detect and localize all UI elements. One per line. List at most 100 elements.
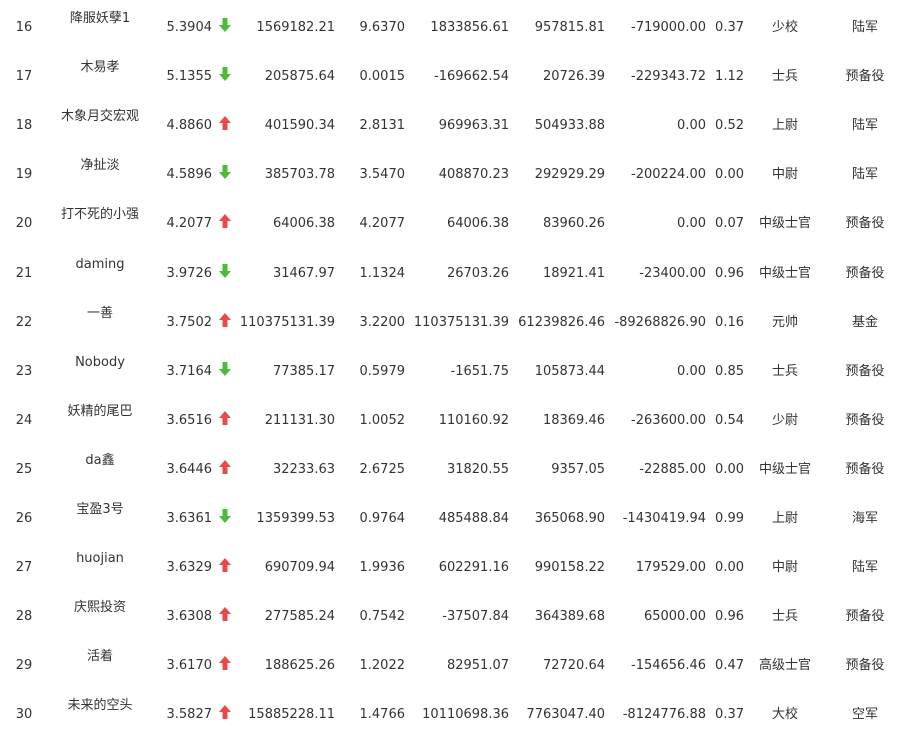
value-cell-3: -169662.54 bbox=[434, 69, 509, 85]
trader-name[interactable]: 活着 bbox=[50, 649, 150, 665]
value-cell-6: 0.37 bbox=[715, 20, 744, 35]
military-rank-cell: 中级士官 bbox=[758, 461, 811, 477]
arrow-up-icon bbox=[219, 312, 233, 329]
value-cell-6: 0.16 bbox=[715, 314, 744, 330]
value-cell-5: -200224.00 bbox=[631, 167, 706, 183]
value-cell-5: -8124776.88 bbox=[622, 707, 706, 723]
value-cell-5: -719000.00 bbox=[631, 20, 706, 35]
rank-cell: 26 bbox=[15, 511, 33, 526]
value-cell-6: 0.00 bbox=[715, 167, 744, 183]
arrow-up-icon bbox=[219, 705, 233, 721]
arrow-down-icon bbox=[219, 509, 233, 525]
military-rank-cell: 中级士官 bbox=[758, 265, 811, 281]
trader-name[interactable]: 妖精的尾巴 bbox=[50, 404, 150, 420]
value-cell-1: 211131.30 bbox=[264, 412, 335, 428]
value-cell-4: 504933.88 bbox=[534, 118, 605, 134]
trader-name[interactable]: 净扯淡 bbox=[50, 158, 150, 174]
arrow-down-icon bbox=[219, 165, 233, 181]
branch-cell: 预备役 bbox=[845, 461, 885, 477]
score-cell: 3.6329 bbox=[166, 560, 213, 576]
value-cell-3: 485488.84 bbox=[438, 511, 509, 526]
trader-name[interactable]: 降服妖孽1 bbox=[50, 11, 150, 27]
trader-name[interactable]: 未来的空头 bbox=[50, 698, 150, 714]
value-cell-6: 0.47 bbox=[715, 658, 744, 674]
value-cell-4: 18921.41 bbox=[542, 265, 605, 281]
trader-name[interactable]: Nobody bbox=[50, 355, 150, 371]
value-cell-5: -89268826.90 bbox=[614, 314, 706, 330]
value-cell-3: 408870.23 bbox=[438, 167, 509, 183]
value-cell-5: -22885.00 bbox=[639, 461, 706, 477]
value-cell-4: 83960.26 bbox=[542, 216, 605, 232]
trader-name[interactable]: 一善 bbox=[50, 306, 150, 322]
military-rank-cell: 大校 bbox=[771, 707, 798, 723]
arrow-up-icon bbox=[219, 410, 233, 427]
trader-name[interactable]: 木易孝 bbox=[50, 60, 150, 76]
value-cell-4: 72720.64 bbox=[542, 658, 605, 674]
arrow-up-icon bbox=[219, 607, 233, 623]
branch-cell: 预备役 bbox=[845, 363, 885, 379]
value-cell-4: 9357.05 bbox=[551, 461, 605, 477]
rank-cell: 30 bbox=[15, 707, 33, 723]
value-cell-5: 0.00 bbox=[677, 216, 706, 232]
value-cell-1: 205875.64 bbox=[264, 69, 335, 85]
score-cell: 3.5827 bbox=[166, 707, 213, 723]
trader-name[interactable]: huojian bbox=[50, 551, 150, 567]
value-cell-6: 0.52 bbox=[715, 118, 744, 134]
military-rank-cell: 上尉 bbox=[771, 118, 798, 134]
value-cell-3: 969963.31 bbox=[438, 118, 509, 134]
score-cell: 3.6308 bbox=[166, 609, 213, 625]
value-cell-3: 31820.55 bbox=[446, 461, 509, 477]
table-row: 25 da鑫 3.6446 32233.63 2.6725 31820.55 9357.05… bbox=[0, 446, 897, 495]
score-cell: 5.1355 bbox=[166, 69, 213, 85]
military-rank-cell: 中尉 bbox=[771, 167, 798, 183]
score-cell: 3.7502 bbox=[166, 314, 213, 330]
table-row: 24 妖精的尾巴 3.6516 211131.30 1.0052 110160.92 183… bbox=[0, 397, 897, 446]
value-cell-6: 0.85 bbox=[715, 363, 744, 379]
value-cell-2: 1.0052 bbox=[359, 412, 406, 428]
table-row: 29 活着 3.6170 188625.26 1.2022 82951.07 72720.6… bbox=[0, 642, 897, 691]
branch-cell: 陆军 bbox=[851, 560, 878, 576]
value-cell-3: 64006.38 bbox=[446, 216, 509, 232]
rank-cell: 24 bbox=[15, 412, 33, 428]
military-rank-cell: 少尉 bbox=[771, 412, 798, 428]
table-row: 20 打不死的小强 4.2077 64006.38 4.2077 64006.38 8396… bbox=[0, 200, 897, 249]
branch-cell: 预备役 bbox=[845, 69, 885, 85]
trader-name[interactable]: 木象月交宏观 bbox=[50, 109, 150, 125]
trader-name[interactable]: daming bbox=[50, 257, 150, 273]
trader-name[interactable]: 宝盈3号 bbox=[50, 502, 150, 518]
arrow-down-icon bbox=[219, 18, 233, 34]
value-cell-1: 385703.78 bbox=[264, 167, 335, 183]
value-cell-5: 65000.00 bbox=[643, 609, 706, 625]
value-cell-4: 292929.29 bbox=[534, 167, 605, 183]
branch-cell: 预备役 bbox=[845, 658, 885, 674]
value-cell-5: -154656.46 bbox=[631, 658, 706, 674]
value-cell-4: 20726.39 bbox=[542, 69, 605, 85]
value-cell-3: 602291.16 bbox=[438, 560, 509, 576]
value-cell-4: 364389.68 bbox=[534, 609, 605, 625]
score-cell: 4.5896 bbox=[166, 167, 213, 183]
table-row: 30 未来的空头 3.5827 15885228.11 1.4766 10110698.3… bbox=[0, 691, 897, 740]
military-rank-cell: 元帅 bbox=[771, 314, 798, 330]
value-cell-2: 0.0015 bbox=[359, 69, 406, 85]
trader-name[interactable]: da鑫 bbox=[50, 453, 150, 469]
ranking-table: 16 降服妖孽1 5.3904 1569182.21 9.6370 1833856.61 9… bbox=[0, 0, 897, 734]
value-cell-6: 0.99 bbox=[715, 511, 744, 526]
value-cell-5: 179529.00 bbox=[635, 560, 706, 576]
value-cell-3: -37507.84 bbox=[442, 609, 509, 625]
rank-cell: 29 bbox=[15, 658, 33, 674]
value-cell-2: 2.6725 bbox=[359, 461, 406, 477]
trader-name[interactable]: 打不死的小强 bbox=[50, 207, 150, 223]
branch-cell: 预备役 bbox=[845, 412, 885, 428]
value-cell-2: 9.6370 bbox=[359, 20, 406, 35]
value-cell-6: 0.54 bbox=[715, 412, 744, 428]
branch-cell: 预备役 bbox=[845, 216, 885, 232]
value-cell-6: 0.37 bbox=[715, 707, 744, 723]
value-cell-2: 3.2200 bbox=[359, 314, 406, 330]
arrow-down-icon bbox=[219, 67, 233, 83]
branch-cell: 陆军 bbox=[851, 20, 878, 35]
rank-cell: 16 bbox=[15, 20, 33, 35]
value-cell-1: 110375131.39 bbox=[239, 314, 335, 330]
value-cell-5: -229343.72 bbox=[631, 69, 706, 85]
trader-name[interactable]: 庆熙投资 bbox=[50, 600, 150, 616]
arrow-up-icon bbox=[219, 214, 233, 230]
